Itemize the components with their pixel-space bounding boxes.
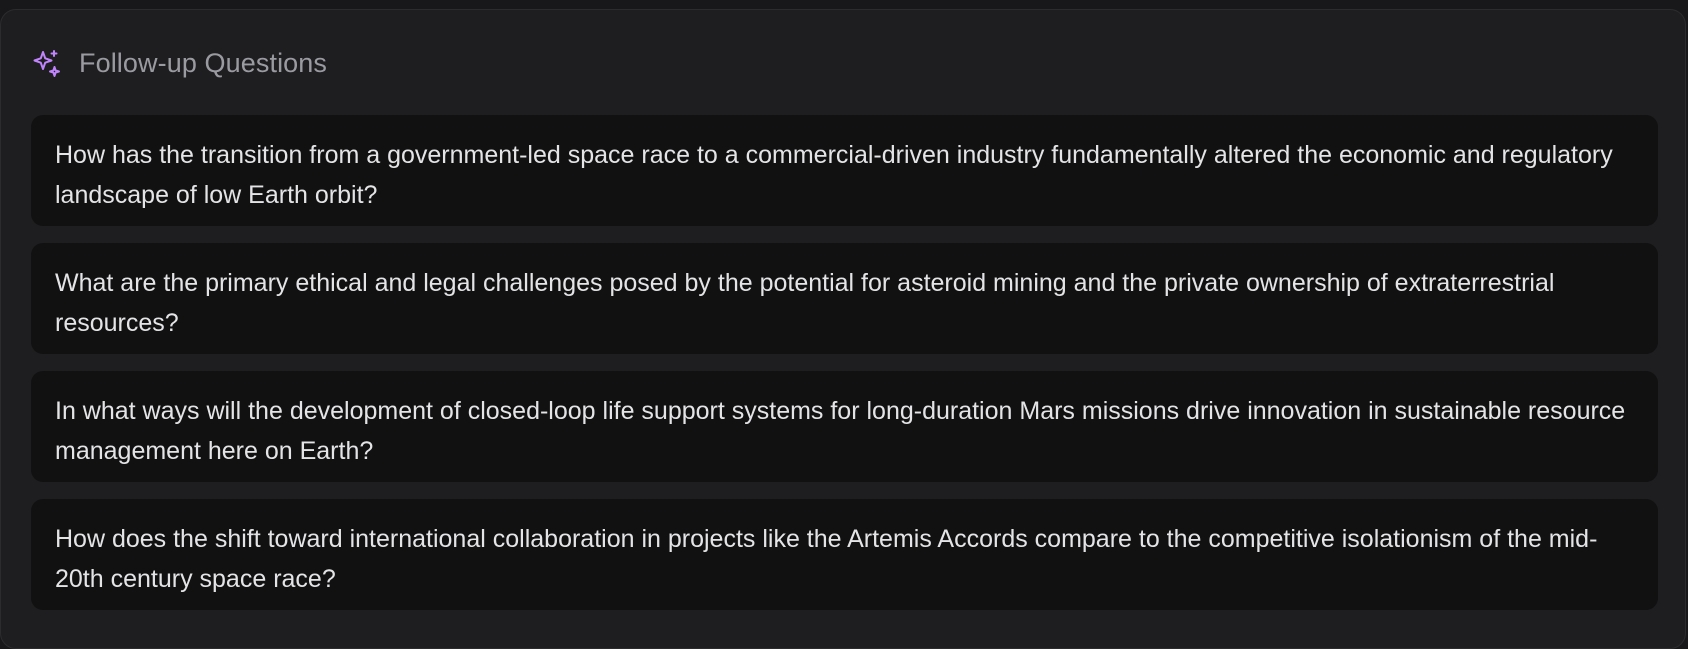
follow-up-question[interactable]: In what ways will the development of clo…	[31, 371, 1658, 482]
follow-up-question[interactable]: How has the transition from a government…	[31, 115, 1658, 226]
follow-up-panel: Follow-up Questions How has the transiti…	[0, 9, 1686, 649]
question-list: How has the transition from a government…	[31, 115, 1658, 610]
follow-up-header: Follow-up Questions	[32, 46, 327, 80]
sparkles-icon	[32, 48, 62, 78]
follow-up-question[interactable]: What are the primary ethical and legal c…	[31, 243, 1658, 354]
follow-up-question[interactable]: How does the shift toward international …	[31, 499, 1658, 610]
panel-title: Follow-up Questions	[79, 47, 328, 78]
